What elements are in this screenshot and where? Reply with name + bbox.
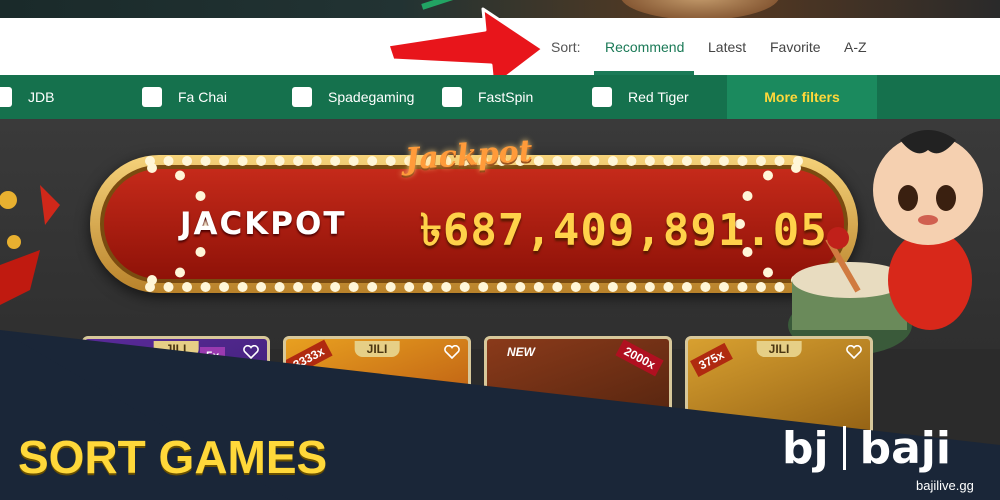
checkbox-icon[interactable] <box>592 87 612 107</box>
checkbox-icon[interactable] <box>142 87 162 107</box>
filter-fastspin[interactable]: FastSpin <box>442 87 533 107</box>
brand-divider <box>842 426 846 470</box>
sort-option-recommend[interactable]: Recommend <box>605 39 684 55</box>
decor-character <box>620 0 780 18</box>
filter-spadegaming[interactable]: Spadegaming <box>292 87 414 107</box>
brand-url: bajilive.gg <box>916 478 974 493</box>
brand-logo: bj baji <box>782 418 951 478</box>
heart-icon[interactable] <box>243 345 259 359</box>
game-new-badge: NEW <box>507 345 535 359</box>
filter-red-tiger[interactable]: Red Tiger <box>592 87 689 107</box>
sort-label: Sort: <box>551 39 581 55</box>
filter-label: JDB <box>28 89 55 105</box>
brand-mark: bj <box>782 422 829 474</box>
promo-headline: SORT GAMES <box>18 431 328 483</box>
game-tile[interactable]: NEW 2000x <box>484 336 672 500</box>
filter-label: FastSpin <box>478 89 534 105</box>
filter-label: Fa Chai <box>178 89 228 105</box>
brand-name: baji <box>859 422 951 474</box>
game-provider: JILI <box>153 341 199 357</box>
checkbox-icon[interactable] <box>442 87 462 107</box>
filter-fa-chai[interactable]: Fa Chai <box>142 87 227 107</box>
heart-icon[interactable] <box>846 345 862 359</box>
heart-icon[interactable] <box>444 345 460 359</box>
decor-coins <box>0 185 60 305</box>
jackpot-amount: ৳687,409,891.05 <box>420 205 828 256</box>
jackpot-label: JACKPOT <box>180 206 347 242</box>
game-provider: JILI <box>354 341 400 357</box>
more-filters-button[interactable]: More filters <box>727 75 877 119</box>
mascot-drummer-boy <box>788 130 983 355</box>
game-multiplier-badge: 5x <box>200 347 226 365</box>
filter-label: Red Tiger <box>628 89 689 105</box>
checkbox-icon[interactable] <box>292 87 312 107</box>
sort-option-latest[interactable]: Latest <box>708 39 746 55</box>
checkbox-icon[interactable] <box>0 87 12 107</box>
game-multiplier-badge: 2000x <box>615 339 664 377</box>
filter-label: Spadegaming <box>328 89 415 105</box>
game-provider: JILI <box>756 341 802 357</box>
filter-jdb[interactable]: JDB <box>0 87 54 107</box>
game-multiplier-badge: 3333x <box>286 339 333 377</box>
game-multiplier-badge: 375x <box>690 342 733 378</box>
sort-option-a-z[interactable]: A-Z <box>844 39 867 55</box>
sort-option-favorite[interactable]: Favorite <box>770 39 821 55</box>
